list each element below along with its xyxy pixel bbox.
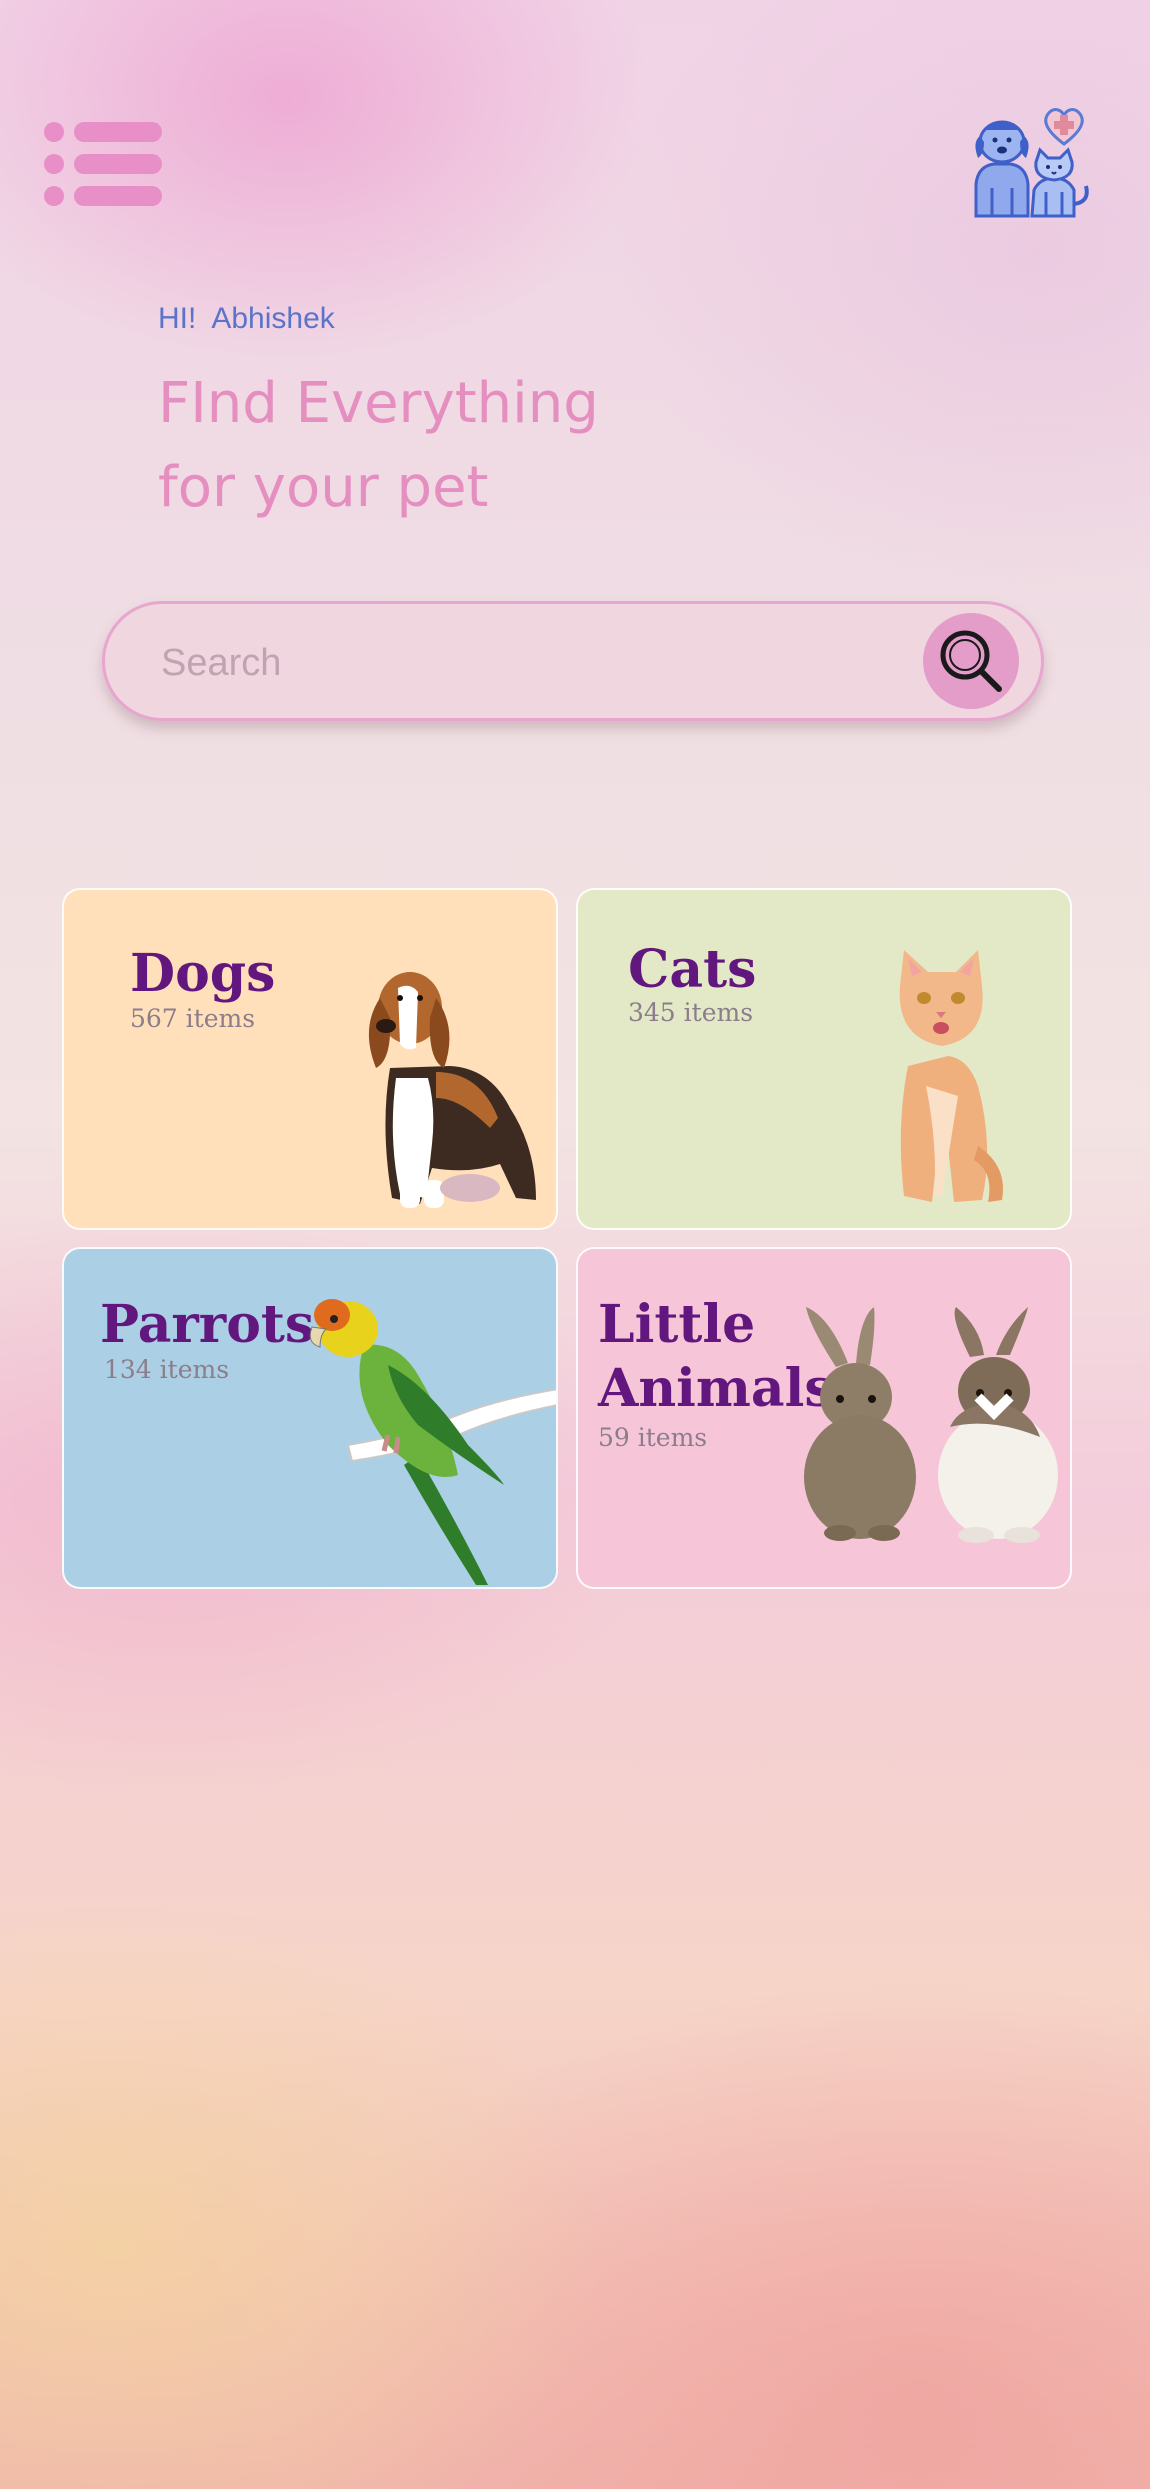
search-icon	[940, 630, 1002, 692]
category-card-cats[interactable]: Cats 345 items	[576, 888, 1072, 1230]
category-card-dogs[interactable]: Dogs 567 items	[62, 888, 558, 1230]
category-title: Parrots	[100, 1294, 315, 1355]
category-title: Cats	[628, 939, 757, 1000]
category-title-line1: Little	[598, 1294, 756, 1355]
greeting-hi: HI!	[158, 302, 197, 335]
category-count: 59 items	[598, 1423, 708, 1452]
category-card-little-animals[interactable]: Little Animals 59 items	[576, 1247, 1072, 1589]
search-bar	[102, 601, 1044, 721]
category-count: 134 items	[104, 1355, 230, 1384]
cat-image	[899, 950, 1003, 1202]
search-button[interactable]	[923, 613, 1019, 709]
hamburger-menu-icon	[44, 118, 162, 210]
greeting: HI! Abhishek	[158, 302, 335, 336]
rabbits-image	[804, 1307, 1058, 1543]
category-count: 345 items	[628, 998, 754, 1027]
category-title: Dogs	[130, 943, 276, 1004]
search-input[interactable]	[159, 630, 923, 696]
dog-image	[368, 972, 536, 1208]
page-title-line2: for your pet	[158, 455, 489, 520]
page-title: FInd Everything for your pet	[158, 362, 858, 530]
category-title-line2: Animals	[598, 1358, 834, 1419]
dog-cat-heart-logo-icon[interactable]	[970, 92, 1098, 220]
category-count: 567 items	[130, 1004, 256, 1033]
category-card-parrots[interactable]: Parrots 134 items	[62, 1247, 558, 1589]
user-name: Abhishek	[211, 302, 335, 335]
menu-button[interactable]	[44, 118, 162, 210]
page-title-line1: FInd Everything	[158, 371, 599, 436]
category-title: Little Animals	[598, 1293, 834, 1421]
parrot-image	[309, 1299, 556, 1585]
